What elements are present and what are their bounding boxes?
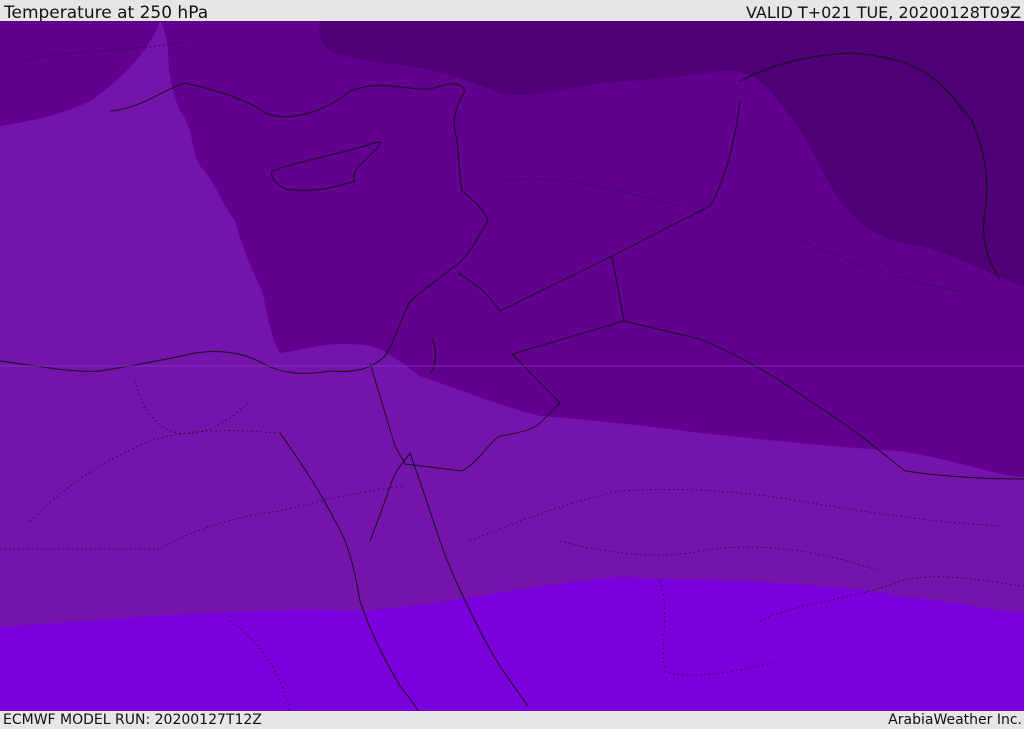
brand-label: ArabiaWeather Inc. [888,712,1022,728]
header-bar: Temperature at 250 hPa VALID T+021 TUE, … [0,0,1024,23]
valid-time: VALID T+021 TUE, 20200128T09Z [745,3,1021,22]
temperature-map [0,21,1024,711]
map-title: Temperature at 250 hPa [4,3,209,23]
model-run-label: ECMWF MODEL RUN: 20200127T12Z [3,712,262,728]
footer-bar: ECMWF MODEL RUN: 20200127T12Z ArabiaWeat… [0,711,1024,729]
